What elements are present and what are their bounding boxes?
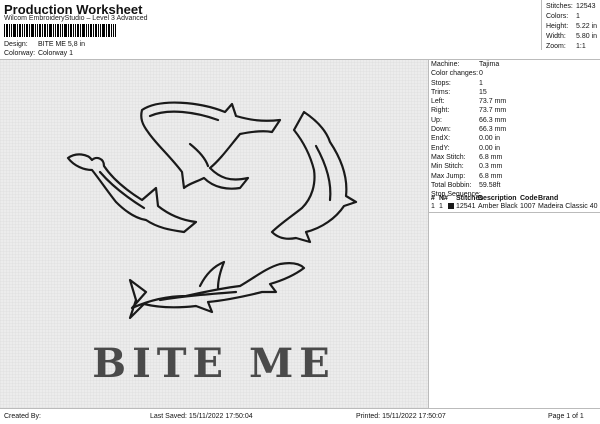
shark-bottom (128, 262, 306, 320)
colorway-value: Colorway 1 (37, 50, 73, 57)
design-name-row: Design: BITE ME 5,8 in (4, 41, 85, 48)
design-text-bite-me: BITE ME (92, 340, 336, 387)
design-label: Design: (4, 41, 28, 48)
info-max-stitch: Max Stitch: 6.8 mm (431, 153, 503, 161)
stop-sequence-row: 1 1 12541 Amber Black 1007 Madeira Class… (431, 203, 598, 210)
info-down: Down: 66.3 mm (431, 126, 507, 134)
stat-colors: Colors: 1 (546, 13, 580, 20)
info-right: Right: 73.7 mm (431, 107, 507, 115)
stat-width: Width: 5.80 in (546, 33, 598, 40)
info-total-bobbin: Total Bobbin: 59.58ft (431, 181, 501, 189)
machine-info-panel: Machine: Tajima Color changes: 0 Stops: 1 T… (431, 60, 599, 199)
info-endx: EndX: 0.00 in (431, 135, 501, 143)
info-min-stitch: Min Stitch: 0.3 mm (431, 163, 503, 171)
footer-page: Page 1 of 1 (548, 413, 584, 420)
info-machine: Machine: Tajima (431, 61, 500, 68)
colorway-row: Colorway: Colorway 1 (4, 50, 73, 57)
stats-divider (541, 0, 542, 50)
shark-bottom-fin (198, 260, 226, 290)
top-stats: Stitches: 12543 Colors: 1 Height: 5.22 in W… (546, 2, 597, 52)
panel-divider (428, 59, 429, 408)
stat-stitches: Stitches: 12543 (546, 3, 596, 10)
info-left: Left: 73.7 mm (431, 98, 507, 106)
color-swatch (448, 203, 454, 210)
colorway-label: Colorway: (4, 50, 36, 57)
info-max-jump: Max Jump: 6.8 mm (431, 172, 503, 180)
info-trims: Trims: 15 (431, 88, 487, 96)
stop-sequence-header: # N# Stitches Description Code Brand (431, 195, 559, 202)
sequence-divider (429, 212, 600, 213)
info-stops: Stops: 1 (431, 79, 483, 87)
software-subtitle: Wilcom EmbroideryStudio – Level 3 Advanc… (4, 15, 148, 22)
shark-right-inner (314, 144, 332, 202)
footer-created-by: Created By: (4, 413, 41, 420)
stat-height: Height: 5.22 in (546, 23, 598, 30)
design-value: BITE ME 5,8 in (37, 41, 86, 48)
footer-divider (0, 408, 600, 409)
info-endy: EndY: 0.00 in (431, 144, 501, 152)
shark-top-inner (148, 110, 220, 168)
shark-top (140, 101, 282, 190)
footer-printed: Printed: 15/11/2022 17:50:07 (356, 413, 446, 420)
info-color-changes: Color changes: 0 (431, 70, 483, 78)
design-preview: BITE ME (0, 60, 428, 408)
barcode (4, 24, 116, 37)
info-up: Up: 66.3 mm (431, 116, 507, 124)
shark-right (270, 110, 358, 244)
footer-last-saved: Last Saved: 15/11/2022 17:50:04 (150, 413, 253, 420)
stat-zoom: Zoom: 1:1 (546, 43, 586, 50)
